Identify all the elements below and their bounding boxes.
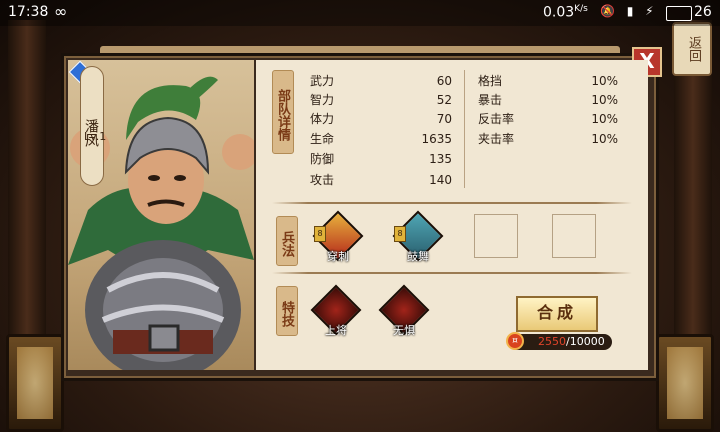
trait-slot[interactable]: 无惧 bbox=[378, 284, 430, 337]
stat-row: 反击率 10% bbox=[478, 110, 618, 128]
stat-label: 反击率 bbox=[478, 112, 515, 126]
stat-value: 10% bbox=[591, 132, 618, 146]
section-label-traits: 特技 bbox=[276, 286, 298, 336]
section-divider bbox=[272, 272, 632, 274]
stat-row: 夹击率 10% bbox=[478, 130, 618, 148]
synthesize-button[interactable]: 合成 bbox=[516, 296, 598, 332]
clock: 17:38 bbox=[8, 4, 49, 20]
trait-name: 上将 bbox=[325, 324, 347, 337]
cost-bar: ¤ 2550/10000 bbox=[506, 332, 612, 350]
tactic-slot-empty[interactable] bbox=[474, 214, 518, 258]
tactic-name: 穿刺 bbox=[327, 250, 349, 263]
stat-row: 体力 70 bbox=[310, 110, 452, 128]
stat-label: 智力 bbox=[310, 93, 335, 107]
section-divider bbox=[272, 202, 632, 204]
speed-unit: K/s bbox=[574, 4, 588, 14]
return-button[interactable]: 返回 bbox=[672, 22, 712, 76]
stat-label: 生命 bbox=[310, 132, 335, 146]
rank-badge: 8 bbox=[394, 226, 406, 242]
stats-divider bbox=[464, 70, 465, 188]
stat-row: 智力 52 bbox=[310, 91, 452, 109]
signal-icons: 🔕 ▮ ⚡ bbox=[600, 4, 658, 18]
network-speed: 0.03K/s bbox=[543, 4, 588, 21]
trait-slot[interactable]: 上将 bbox=[310, 284, 362, 337]
stat-row: 暴击 10% bbox=[478, 91, 618, 109]
battery-level: 26 bbox=[694, 4, 712, 20]
tactic-slot[interactable]: 8 鼓舞 bbox=[392, 210, 444, 263]
infinity-icon: ∞ bbox=[54, 2, 68, 21]
stat-value: 60 bbox=[436, 74, 452, 88]
hero-portrait: 潘凤 Lv.1 bbox=[68, 60, 254, 370]
tactic-slot-empty[interactable] bbox=[552, 214, 596, 258]
trait-name: 无惧 bbox=[393, 324, 415, 337]
stat-row: 生命 1635 bbox=[310, 130, 452, 148]
stat-value: 10% bbox=[591, 93, 618, 107]
tactic-slot[interactable]: 8 穿刺 bbox=[312, 210, 364, 263]
stat-label: 夹击率 bbox=[478, 132, 515, 146]
stat-label: 攻击 bbox=[310, 173, 335, 187]
hero-level: Lv.1 bbox=[84, 130, 107, 143]
cost-text: 2550/10000 bbox=[538, 334, 605, 350]
stat-value: 52 bbox=[436, 93, 452, 107]
stat-row: 武力 60 bbox=[310, 72, 452, 90]
cost-have: 2550 bbox=[538, 335, 566, 348]
stat-value: 135 bbox=[429, 152, 452, 166]
section-label-details: 部队详情 bbox=[272, 70, 294, 154]
section-label-tactics: 兵法 bbox=[276, 216, 298, 266]
coin-icon: ¤ bbox=[506, 332, 524, 350]
battery-icon bbox=[666, 6, 692, 21]
left-lantern bbox=[6, 334, 64, 432]
stat-row: 格挡 10% bbox=[478, 72, 618, 90]
stat-row: 攻击 140 bbox=[310, 171, 452, 189]
stat-value: 10% bbox=[591, 112, 618, 126]
stat-value: 10% bbox=[591, 74, 618, 88]
stat-label: 武力 bbox=[310, 74, 335, 88]
stat-value: 140 bbox=[429, 173, 452, 187]
right-lantern bbox=[656, 334, 714, 432]
stat-value: 1635 bbox=[421, 132, 452, 146]
stat-label: 暴击 bbox=[478, 93, 503, 107]
speed-value: 0.03 bbox=[543, 4, 575, 21]
stat-label: 格挡 bbox=[478, 74, 503, 88]
stat-label: 防御 bbox=[310, 152, 335, 166]
status-bar: 17:38 ∞ 0.03K/s 🔕 ▮ ⚡ 26 bbox=[0, 0, 720, 26]
stat-label: 体力 bbox=[310, 112, 335, 126]
rank-badge: 8 bbox=[314, 226, 326, 242]
tactic-name: 鼓舞 bbox=[407, 250, 429, 263]
hero-name: 潘凤 bbox=[80, 66, 104, 186]
stat-row: 防御 135 bbox=[310, 150, 452, 168]
stat-value: 70 bbox=[436, 112, 452, 126]
cost-need: 10000 bbox=[569, 335, 605, 348]
